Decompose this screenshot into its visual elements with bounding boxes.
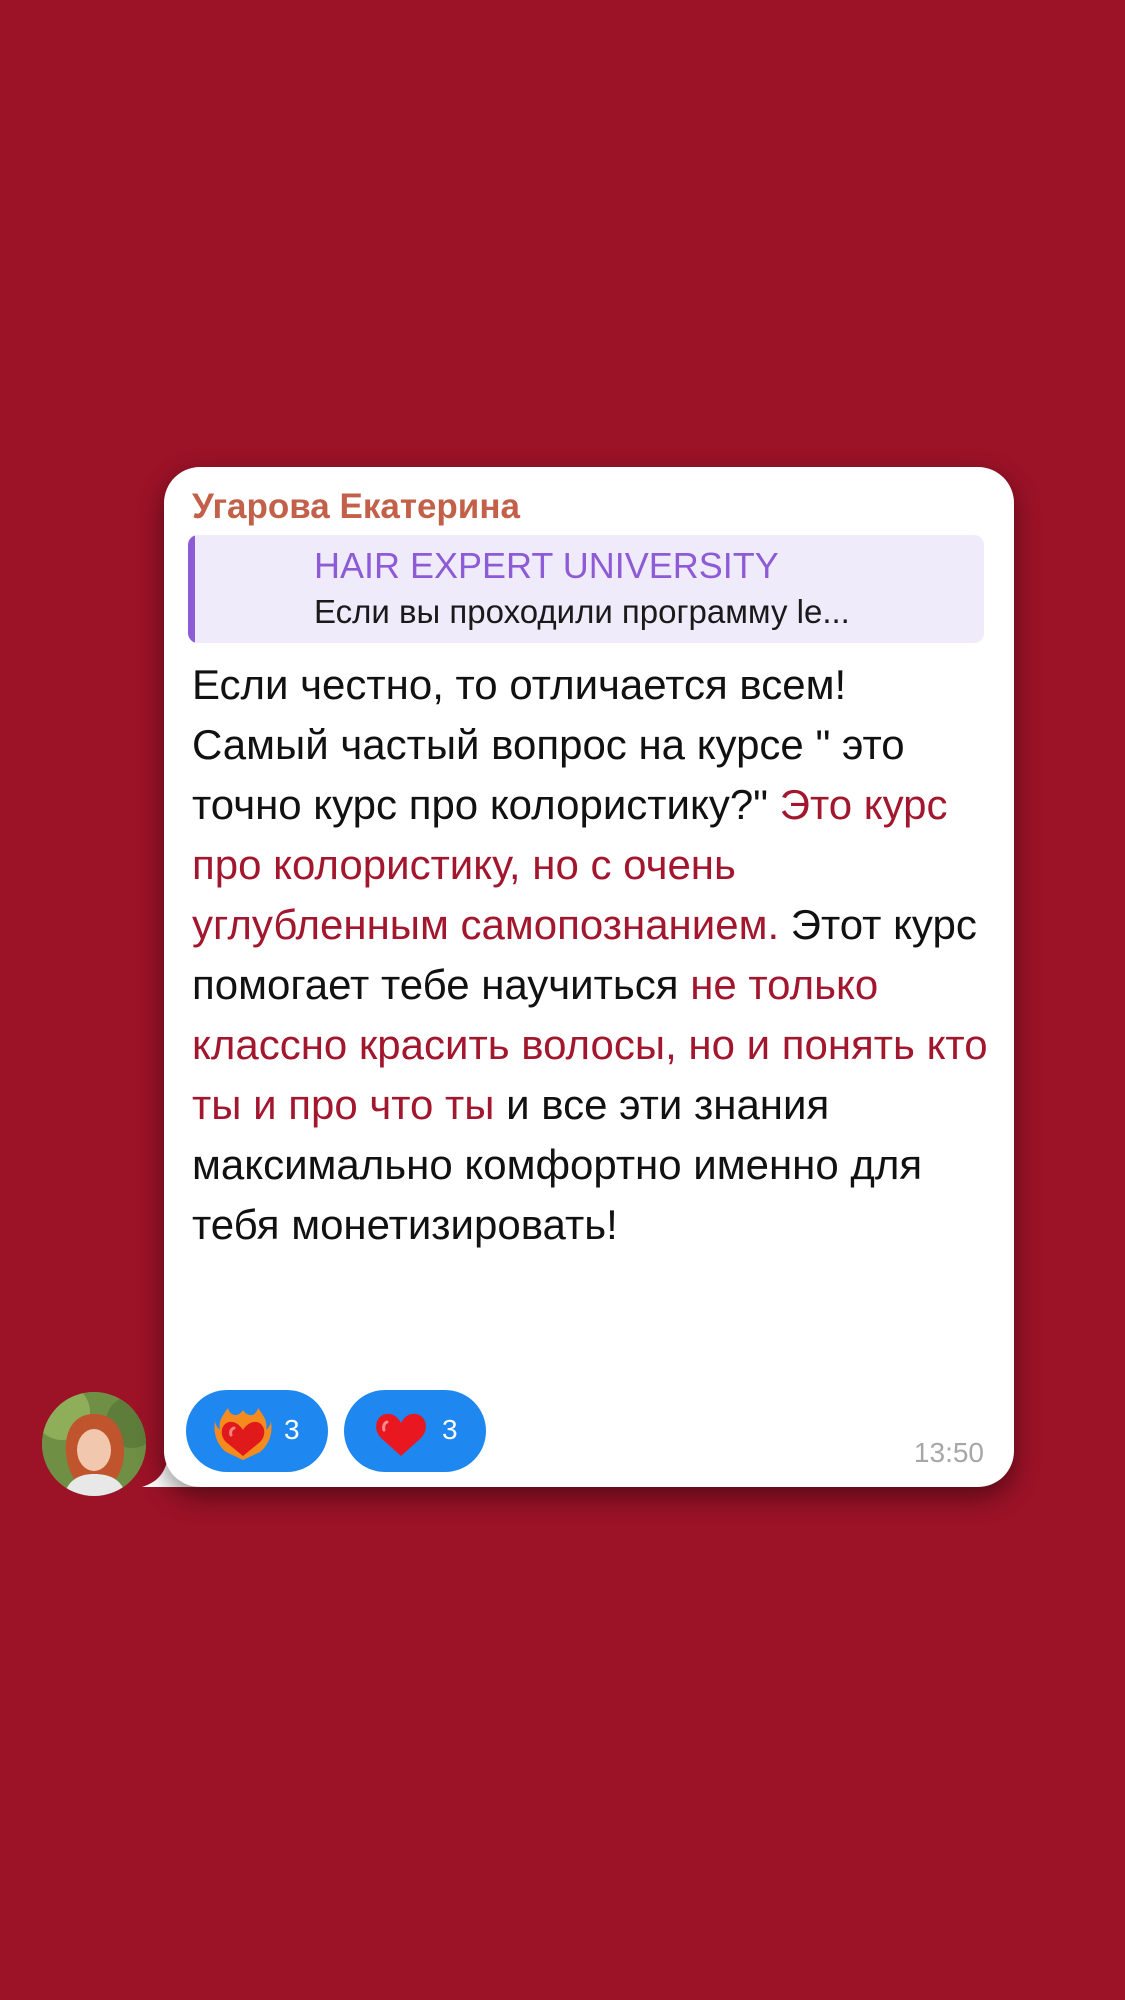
reply-title: HAIR EXPERT UNIVERSITY [314,545,779,586]
reply-accent-bar [188,535,195,643]
reaction-count: 3 [442,1414,458,1445]
reaction-count: 3 [284,1414,300,1445]
reply-preview-text: Если вы проходили программу le... [314,593,850,630]
sender-avatar[interactable] [42,1392,146,1496]
message-text: Если честно, то отличается всем! Самый ч… [192,655,992,1255]
message-timestamp: 13:50 [913,1437,984,1468]
reply-quote[interactable]: HAIR EXPERT UNIVERSITY Если вы проходили… [188,535,984,643]
reaction-red-heart[interactable]: 3 [344,1390,486,1472]
message-bubble[interactable]: Угарова Екатерина HAIR EXPERT UNIVERSITY… [164,467,1014,1487]
reaction-heart-on-fire[interactable]: 3 [186,1390,328,1472]
red-heart-icon [376,1413,426,1456]
sender-name[interactable]: Угарова Екатерина [192,487,520,527]
heart-on-fire-icon [214,1408,272,1460]
